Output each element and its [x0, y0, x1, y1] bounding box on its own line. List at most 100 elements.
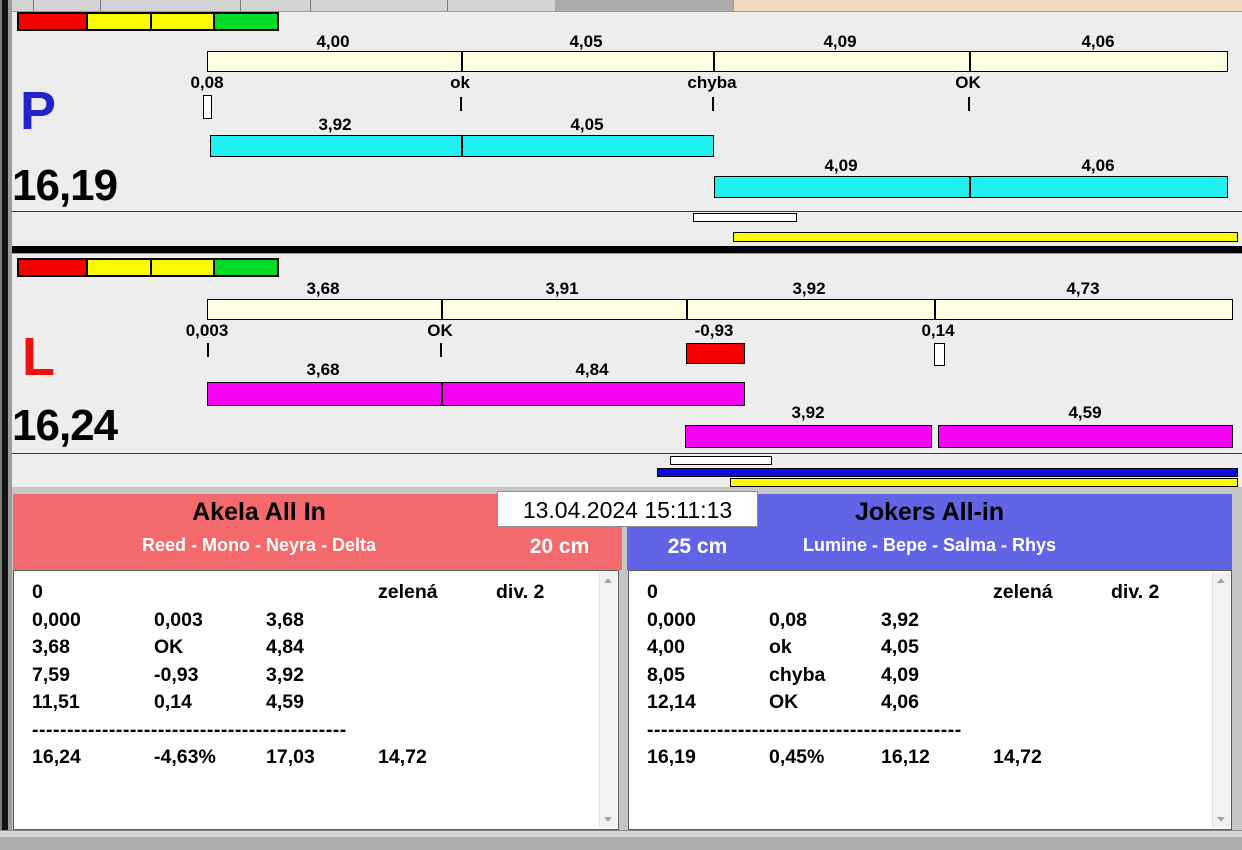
table-cell: -0,93	[154, 663, 199, 686]
lane-l-traffic-lights	[17, 258, 279, 277]
table-cell: 0,000	[32, 608, 81, 631]
table-row: 0,000 0,003 3,68	[32, 607, 592, 635]
table-cell	[1111, 607, 1205, 635]
table-cell: 3,92	[881, 608, 919, 631]
scrollbar[interactable]	[1212, 572, 1230, 828]
scroll-down-icon[interactable]	[1217, 817, 1225, 822]
table-row: 4,00 ok 4,05	[647, 634, 1205, 662]
table-cell	[496, 607, 592, 635]
table-cell	[266, 579, 378, 607]
table-cell: -4,63%	[154, 746, 216, 768]
lane-p-run2-label: 4,09	[824, 156, 858, 175]
table-cell: 4,09	[881, 663, 919, 686]
table-cell: 7,59	[32, 663, 70, 686]
table-row: 12,14 OK 4,06	[647, 689, 1205, 717]
team-right-results-box[interactable]: 0 zelená div. 2 0,000 0,08 3,92 4,00 ok 4,05 8,05…	[628, 570, 1232, 830]
datetime-display: 13.04.2024 15:11:13	[497, 491, 758, 527]
lane-p-run1-bar	[210, 135, 714, 157]
lane-p-total-time: 16,19	[12, 161, 118, 210]
lane-p-ruler-label: 4,06	[1081, 32, 1115, 51]
lane-p-yellow-indicator	[733, 232, 1238, 242]
lane-p-baseline	[12, 211, 1242, 212]
team-right-height-class: 25 cm	[667, 535, 728, 558]
traffic-light-yellow-icon	[150, 258, 215, 277]
table-cell: 16,19	[647, 746, 696, 768]
lane-p-run1-label: 3,92	[318, 115, 352, 134]
lane-p-mark-label: chyba	[687, 73, 737, 92]
lane-l-run1-label: 3,68	[306, 360, 340, 379]
table-cell	[769, 579, 881, 607]
table-cell	[993, 689, 1111, 717]
lane-l-run2-label: 4,59	[1068, 403, 1102, 422]
lane-l-mark-label: -0,93	[694, 321, 734, 340]
table-cell	[378, 607, 496, 635]
table-cell	[378, 689, 496, 717]
table-cell: 3,92	[266, 663, 304, 686]
lane-p-run2-label: 4,06	[1081, 156, 1115, 175]
table-cell	[496, 634, 592, 662]
table-cell: 0	[32, 581, 43, 603]
table-cell: 11,51	[32, 691, 80, 713]
lane-p-tick	[968, 97, 970, 111]
lane-p-ruler-bar	[207, 51, 1228, 72]
table-cell	[993, 607, 1111, 635]
table-cell	[881, 579, 993, 607]
table-cell	[1111, 689, 1205, 717]
traffic-light-green-icon	[213, 12, 279, 31]
lane-l-ruler-label: 3,91	[545, 279, 579, 298]
team-left-height-class: 20 cm	[529, 535, 590, 558]
table-cell: 0,08	[769, 608, 807, 631]
table-cell: 14,72	[993, 746, 1042, 768]
traffic-light-red-icon	[17, 12, 88, 31]
table-row: 16,24 -4,63% 17,03 14,72	[32, 744, 592, 772]
lane-l-run2-label: 3,92	[791, 403, 825, 422]
lane-l-ruler-label: 4,73	[1066, 279, 1100, 298]
table-cell: 16,12	[881, 746, 930, 768]
table-cell: 12,14	[647, 691, 696, 713]
table-cell: 14,72	[378, 746, 427, 768]
table-cell	[496, 689, 592, 717]
lane-l-tick	[207, 343, 209, 357]
lane-l-mark-slot	[934, 343, 945, 366]
table-cell: 16,24	[32, 746, 81, 768]
lane-l-total-time: 16,24	[12, 401, 118, 450]
table-cell	[1111, 662, 1205, 690]
lane-l-letter: L	[22, 327, 55, 387]
lane-p-start-slot	[203, 95, 212, 119]
lane-l-run1-bar	[207, 382, 745, 406]
lane-p-run1-label: 4,05	[570, 115, 604, 134]
traffic-light-green-icon	[213, 258, 279, 277]
table-cell	[378, 634, 496, 662]
lane-l-ruler-label: 3,68	[306, 279, 340, 298]
table-cell	[154, 579, 266, 607]
table-cell: 0	[647, 581, 658, 603]
lane-p-ruler-label: 4,00	[316, 32, 350, 51]
scrollbar[interactable]	[599, 572, 617, 828]
table-cell: OK	[769, 691, 799, 713]
scroll-up-icon[interactable]	[1217, 578, 1225, 583]
table-cell	[496, 662, 592, 690]
team-left-results-box[interactable]: 0 zelená div. 2 0,000 0,003 3,68 3,68 OK 4,84 7,5…	[13, 570, 619, 830]
lane-l-yellow-indicator	[730, 478, 1238, 487]
table-cell: 4,06	[881, 691, 919, 713]
lane-p-progress-outline	[693, 213, 797, 222]
lane-p-ruler-label: 4,09	[823, 32, 857, 51]
table-row: 11,51 0,14 4,59	[32, 689, 592, 717]
table-cell	[993, 662, 1111, 690]
lane-l-fault-block	[686, 343, 745, 364]
traffic-light-red-icon	[17, 258, 88, 277]
status-strip	[0, 830, 1242, 850]
scroll-up-icon[interactable]	[604, 578, 612, 583]
lane-p-traffic-lights	[17, 12, 279, 31]
table-cell: 8,05	[647, 663, 685, 686]
table-cell: 17,03	[266, 746, 315, 768]
traffic-light-yellow-icon	[150, 12, 215, 31]
background-window-edge	[0, 0, 12, 850]
lane-divider	[12, 246, 1242, 253]
app-window: 4,00 4,05 4,09 4,06 0,08 ok chyba OK 3,9…	[0, 0, 1242, 850]
scroll-down-icon[interactable]	[604, 817, 612, 822]
table-cell: ok	[769, 636, 792, 658]
table-cell: 0,000	[647, 608, 696, 631]
table-cell	[1111, 744, 1205, 772]
lane-p-ruler-label: 4,05	[569, 32, 603, 51]
